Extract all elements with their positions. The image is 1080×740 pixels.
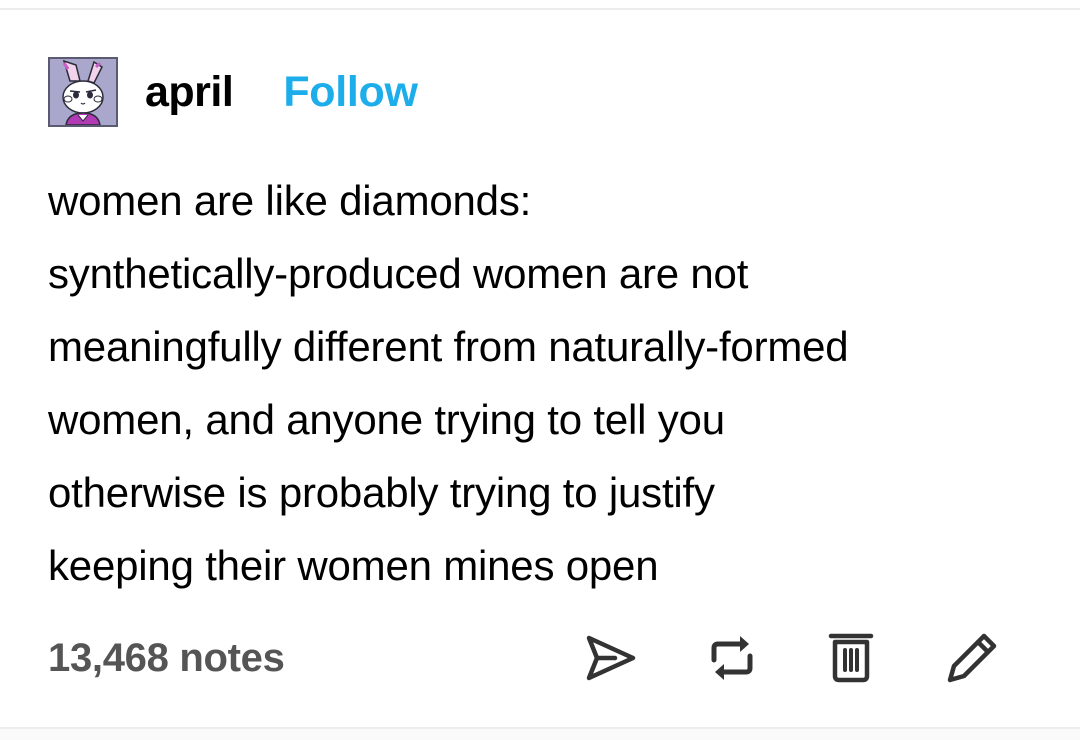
- follow-button[interactable]: Follow: [283, 68, 418, 117]
- bottom-divider: [0, 727, 1080, 740]
- post-card: april Follow women are like diamonds: sy…: [48, 56, 1038, 602]
- post-body-line: women, and anyone trying to tell you: [48, 396, 725, 443]
- share-button[interactable]: [583, 630, 639, 686]
- post-body-line: women are like diamonds:: [48, 177, 532, 224]
- post-body-line: meaningfully different from naturally-fo…: [48, 323, 849, 370]
- bunny-avatar-icon: [50, 59, 116, 125]
- edit-button[interactable]: [944, 630, 1000, 686]
- reblog-icon: [711, 636, 753, 680]
- delete-button[interactable]: [823, 630, 879, 686]
- pencil-icon: [947, 633, 997, 683]
- notes-count[interactable]: 13,468 notes: [48, 636, 285, 681]
- post-body-line: otherwise is probably trying to justify: [48, 469, 715, 516]
- trash-icon: [828, 633, 874, 683]
- reblog-button[interactable]: [704, 630, 760, 686]
- post-body: women are like diamonds: synthetically-p…: [48, 164, 1038, 602]
- author-name[interactable]: april: [145, 68, 234, 117]
- post-header: april Follow: [48, 56, 1038, 128]
- post-body-line: synthetically-produced women are not: [48, 250, 749, 297]
- send-icon: [586, 635, 636, 681]
- author-avatar[interactable]: [48, 57, 118, 127]
- post-body-line: keeping their women mines open: [48, 542, 659, 589]
- top-divider: [0, 0, 1080, 10]
- post-footer: 13,468 notes: [48, 630, 1008, 690]
